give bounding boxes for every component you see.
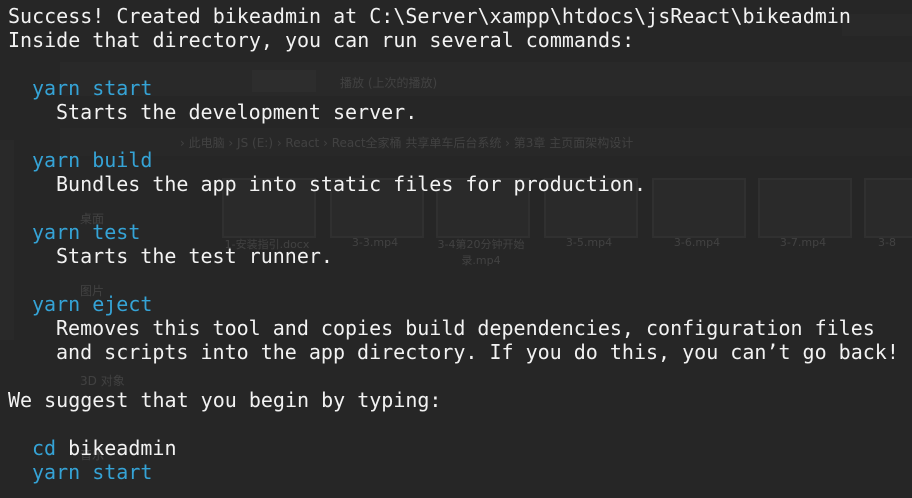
terminal-output[interactable]: Success! Created bikeadmin at C:\Server\… (0, 0, 912, 498)
command-yarn-build: yarn build (32, 148, 153, 172)
suggest-message: We suggest that you begin by typing: (8, 388, 442, 412)
command-yarn-start: yarn start (32, 76, 153, 100)
suggest-start-command: yarn start (32, 460, 153, 484)
command-description: Starts the test runner. (56, 244, 333, 268)
success-message: Success! Created bikeadmin at C:\Server\… (8, 4, 851, 28)
command-description: Starts the development server. (56, 100, 418, 124)
command-description: Bundles the app into static files for pr… (56, 172, 647, 196)
cd-keyword: cd (32, 436, 57, 460)
command-description: Removes this tool and copies build depen… (56, 316, 875, 340)
intro-message: Inside that directory, you can run sever… (8, 28, 635, 52)
suggest-cd-line: cd bikeadmin (8, 436, 912, 460)
cd-directory: bikeadmin (56, 436, 177, 460)
command-yarn-eject: yarn eject (32, 292, 153, 316)
command-description: and scripts into the app directory. If y… (56, 340, 899, 364)
command-yarn-test: yarn test (32, 220, 141, 244)
